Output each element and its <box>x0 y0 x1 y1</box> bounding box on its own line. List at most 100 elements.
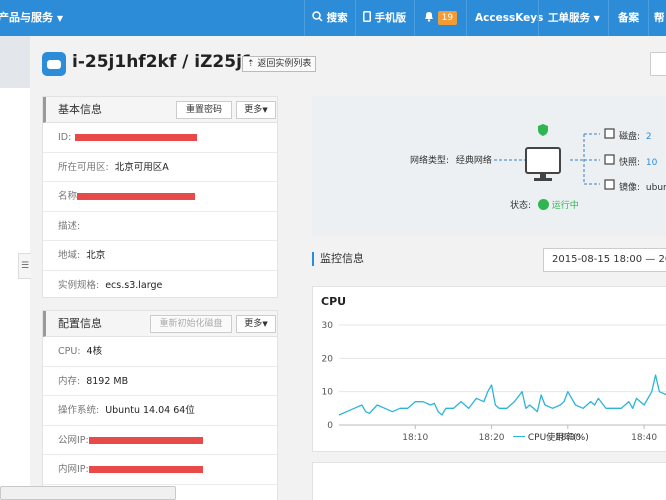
sidebar-toggle-icon[interactable]: ☰ <box>18 253 31 279</box>
reset-password-button[interactable]: 重置密码 <box>176 101 232 119</box>
status-label: 状态: <box>510 201 532 211</box>
basic-more-button[interactable]: 更多▼ <box>236 101 276 119</box>
zone-label: 所在可用区: <box>58 161 109 173</box>
info-row-spec: 实例规格: ecs.s3.large <box>43 271 277 301</box>
nav-divider <box>466 0 467 36</box>
disk-value[interactable]: 2 <box>646 132 652 142</box>
reinit-disk-button[interactable]: 重新初始化磁盘 <box>150 315 232 333</box>
x-tick-label: 18:20 <box>479 433 505 443</box>
cpu-series-line[interactable] <box>338 374 666 416</box>
cloud-server-icon <box>42 52 66 76</box>
spec-value: ecs.s3.large <box>105 279 163 291</box>
spec-label: 实例规格: <box>58 279 100 291</box>
search-nav[interactable]: 搜索 <box>308 0 352 36</box>
config-row-private-ip: 内网IP: <box>43 455 277 485</box>
products-menu-label: 产品与服务 <box>0 11 53 24</box>
zone-value: 北京可用区A <box>114 161 169 173</box>
nav-divider <box>538 0 539 36</box>
cpu-label: CPU: <box>58 346 81 357</box>
config-row-public-ip: 公网IP: <box>43 426 277 455</box>
legend-series-name: CPU使用率(%) <box>527 433 589 443</box>
config-info-header: 配置信息 重新初始化磁盘 更多▼ <box>43 311 277 337</box>
public-ip-label: 公网IP: <box>58 434 89 446</box>
instance-header: i-25j1hf2kf / iZ25j1... ⇡ 返回实例列表 <box>30 36 666 92</box>
disk-label: 磁盘: <box>619 132 641 142</box>
basic-info-panel: 基本信息 重置密码 更多▼ ID: 所在可用区: 北京可用区A 名称 描述: 地域… <box>42 96 278 298</box>
info-row-id: ID: <box>43 123 277 153</box>
y-tick-label: 30 <box>322 321 334 331</box>
redacted-id <box>75 134 197 141</box>
config-more-button[interactable]: 更多▼ <box>236 315 276 333</box>
config-row-memory: 内存: 8192 MB <box>43 367 277 396</box>
mobile-nav[interactable]: 手机版 <box>359 0 410 36</box>
mobile-label: 手机版 <box>374 12 407 24</box>
y-tick-label: 10 <box>322 388 334 398</box>
y-tick-label: 0 <box>327 421 333 431</box>
config-info-panel: 配置信息 重新初始化磁盘 更多▼ CPU: 4核 内存: 8192 MB 操作系统:… <box>42 310 278 500</box>
nav-divider <box>355 0 356 36</box>
accesskeys-nav[interactable]: AccessKeys <box>471 0 547 36</box>
back-to-list-button[interactable]: ⇡ 返回实例列表 <box>242 56 317 72</box>
image-label: 镜像: <box>619 183 641 193</box>
mobile-icon <box>363 11 375 24</box>
running-status-icon <box>537 199 549 210</box>
nav-divider <box>414 0 415 36</box>
horizontal-scrollbar[interactable] <box>0 486 176 500</box>
config-info-title: 配置信息 <box>58 317 102 330</box>
search-icon <box>312 11 327 24</box>
beian-nav[interactable]: 备案 <box>614 0 643 36</box>
instance-status: 状态: 运行中 <box>510 198 579 211</box>
legend-line-icon <box>513 436 525 437</box>
network-topology-box: 网络类型: 经典网络 状态: 运行中 磁盘: 2 快照: 10 镜像: ubun <box>312 96 666 236</box>
products-menu[interactable]: 产品与服务 ▼ <box>0 0 63 36</box>
next-chart-panel <box>312 462 666 500</box>
help-nav[interactable]: 帮 <box>650 0 666 36</box>
arrow-up-icon: ⇡ <box>247 59 255 69</box>
ticket-service-label: 工单服务 <box>548 12 590 24</box>
x-tick-label: 18:40 <box>631 433 657 443</box>
image-value: ubun <box>645 183 666 193</box>
basic-info-title: 基本信息 <box>58 103 102 116</box>
memory-label: 内存: <box>58 375 81 387</box>
snapshot-value[interactable]: 10 <box>646 158 657 168</box>
name-label: 名称 <box>58 191 78 202</box>
description-label: 描述: <box>58 220 81 232</box>
snapshot-count[interactable]: 快照: 10 <box>619 155 657 168</box>
redacted-private-ip <box>89 466 203 473</box>
region-label: 地域: <box>58 250 81 261</box>
time-range-picker[interactable]: 2015-08-15 18:00 — 20 <box>543 248 666 272</box>
top-navigation-bar: 产品与服务 ▼ 搜索 手机版 19 AccessKeys 工单服务 ▼ 备案 帮 <box>0 0 666 36</box>
redacted-public-ip <box>89 436 203 444</box>
chevron-down-icon: ▼ <box>593 14 600 23</box>
back-to-list-label: 返回实例列表 <box>257 59 312 69</box>
private-ip-label: 内网IP: <box>58 464 89 475</box>
snapshot-label: 快照: <box>619 158 641 168</box>
disk-count[interactable]: 磁盘: 2 <box>619 129 652 142</box>
nav-divider <box>648 0 649 36</box>
search-label: 搜索 <box>326 12 348 24</box>
info-row-region: 地域: 北京 <box>43 241 277 271</box>
nav-divider <box>304 0 305 36</box>
header-action-button[interactable] <box>650 52 666 76</box>
region-value: 北京 <box>86 250 106 261</box>
cpu-line-chart: 010203018:10 18:20 18:30 18:40 <box>322 321 666 443</box>
ticket-service-nav[interactable]: 工单服务 ▼ <box>544 0 604 36</box>
notifications-nav[interactable]: 19 <box>420 0 461 36</box>
x-tick-label: 18:10 <box>402 433 428 443</box>
chart-legend[interactable]: CPU使用率(%) <box>513 430 589 443</box>
basic-info-header: 基本信息 重置密码 更多▼ <box>43 97 277 123</box>
status-value: 运行中 <box>551 201 579 211</box>
id-label: ID: <box>58 132 72 143</box>
image-info: 镜像: ubun <box>619 180 666 193</box>
nav-divider <box>608 0 609 36</box>
notification-count-badge: 19 <box>437 11 458 25</box>
network-type-label: 网络类型: <box>410 156 450 166</box>
config-row-os: 操作系统: Ubuntu 14.04 64位 <box>43 396 277 426</box>
redacted-name <box>77 193 195 200</box>
info-row-description: 描述: <box>43 212 277 241</box>
chevron-down-icon: ▼ <box>56 14 63 23</box>
monitor-title: 监控信息 <box>312 252 364 266</box>
basic-more-label: 更多 <box>244 105 263 115</box>
y-tick-label: 20 <box>322 354 334 364</box>
info-row-zone: 所在可用区: 北京可用区A <box>43 153 277 182</box>
